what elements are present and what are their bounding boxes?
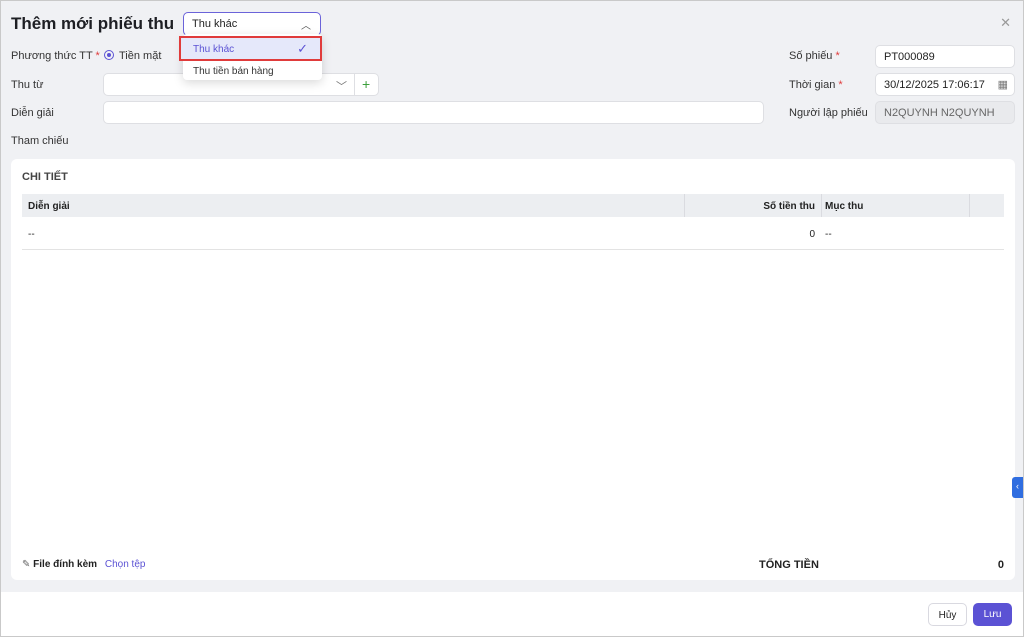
number-label: Số phiếu * (789, 50, 840, 62)
option-thu-tien-ban-hang[interactable]: Thu tiền bán hàng (183, 61, 322, 83)
cancel-button[interactable]: Hủy (928, 603, 967, 626)
add-icon[interactable]: + (362, 76, 370, 92)
table-row[interactable]: -- 0 -- (22, 217, 1004, 250)
chevron-down-icon: ﹀ (336, 81, 347, 93)
option-label: Thu khác (193, 44, 235, 55)
close-icon[interactable]: ✕ (1000, 15, 1011, 31)
radio-cash[interactable]: Tiền mặt (104, 50, 161, 62)
payment-method-label: Phương thức TT * (11, 50, 100, 62)
creator-input: N2QUYNH N2QUYNH (875, 101, 1015, 124)
from-label: Thu từ (11, 79, 44, 91)
radio-icon (104, 50, 114, 60)
chevron-up-icon: ︿ (301, 21, 311, 32)
receipt-type-dropdown: Thu khác ✓ Thu tiền bán hàng (179, 34, 322, 83)
cell-amount: 0 (809, 229, 815, 240)
option-thu-khac[interactable]: Thu khác ✓ (179, 36, 322, 61)
number-input[interactable]: PT000089 (875, 45, 1015, 68)
check-icon: ✓ (297, 41, 308, 56)
side-panel-toggle[interactable]: ‹ (1012, 477, 1023, 498)
dialog-window: Thêm mới phiếu thu Thu khác ︿ Thu khác ✓ T… (0, 0, 1024, 637)
option-label: Thu tiền bán hàng (193, 66, 274, 77)
choose-file-link[interactable]: Chọn tệp (105, 559, 146, 570)
total-label: TỔNG TIỀN (759, 559, 819, 571)
save-button[interactable]: Lưu (973, 603, 1012, 626)
col-desc: Diễn giải (28, 201, 70, 212)
cell-desc: -- (28, 229, 35, 240)
dialog-footer: Hủy Lưu (1, 592, 1023, 636)
time-label: Thời gian * (789, 79, 843, 91)
desc-input[interactable] (103, 101, 764, 124)
total-value: 0 (997, 559, 1004, 571)
detail-card: CHI TIẾT Diễn giải Số tiền thu Mục thu -… (11, 159, 1015, 580)
detail-title: CHI TIẾT (22, 171, 68, 183)
paperclip-icon: ✎ (22, 559, 31, 570)
time-input[interactable]: 30/12/2025 17:06:17 ▦ (875, 73, 1015, 96)
page-title: Thêm mới phiếu thu (11, 14, 175, 33)
col-amount: Số tiền thu (763, 201, 815, 212)
cell-category: -- (825, 229, 832, 240)
receipt-type-value: Thu khác (192, 18, 238, 30)
receipt-type-select[interactable]: Thu khác ︿ (183, 12, 321, 36)
table-header: Diễn giải Số tiền thu Mục thu (22, 194, 1004, 217)
creator-label: Người lập phiếu (789, 107, 868, 119)
attachment: ✎ File đính kèm Chọn tệp (22, 559, 146, 570)
desc-label: Diễn giải (11, 107, 54, 119)
calendar-icon[interactable]: ▦ (998, 78, 1008, 91)
ref-label: Tham chiếu (11, 135, 69, 147)
col-category: Mục thu (825, 201, 864, 212)
